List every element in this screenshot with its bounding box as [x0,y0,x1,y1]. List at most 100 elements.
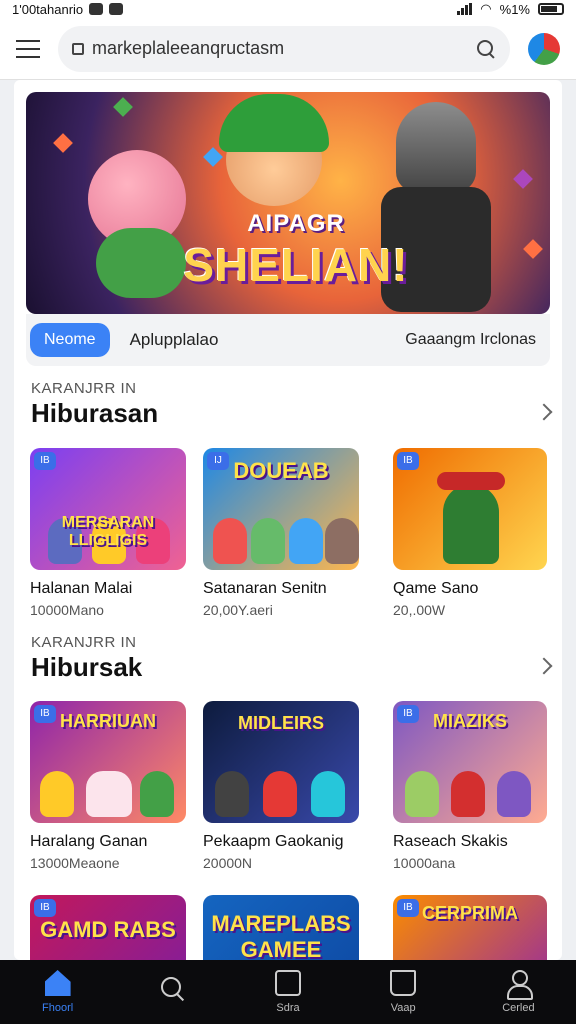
app-title[interactable]: Raseach Skakis [393,833,547,851]
gem-decoration [113,97,133,117]
hamburger-menu-icon[interactable] [16,39,40,58]
section-title: Hibursak [31,652,143,682]
character-illustration [443,484,499,564]
app-downloads: 20000N [203,855,253,871]
notification-icon [89,3,104,15]
app-thumbnail[interactable]: MAREPLABS GAMEE [203,895,359,960]
app-card[interactable]: IB CERPRIMA [393,895,547,960]
character-illustration [263,771,297,817]
thumbnail-art-text: DOUEAB [233,458,329,483]
section-label: KARANJRR IN [31,634,137,651]
hero-tab-bar: Neome Aplupplalao Gaaangm Irclonas [26,314,550,366]
app-card[interactable]: MIDLEIRS Pekaapm Gaokanig 20000N [203,701,359,871]
character-illustration [497,771,531,817]
app-thumbnail[interactable]: IB MIAZIKS [393,701,547,823]
app-title[interactable]: Qame Sano [393,580,547,598]
home-icon [44,970,71,996]
nav-search[interactable] [115,960,230,1024]
chevron-right-icon[interactable] [535,403,553,421]
thumbnail-art-text: MAREPLABS GAMEE [211,911,351,960]
app-card[interactable]: IB GAMD RABS [30,895,186,960]
profile-avatar[interactable] [528,32,560,65]
app-thumbnail[interactable]: IB MERSARAN LLIGLIGIS [30,448,186,570]
app-card[interactable]: IB MIAZIKS Raseach Skakis 10000ana [393,701,547,871]
hero-title-block: AIPAGR SHELIAN! [166,210,426,292]
character-illustration [405,771,439,817]
nav-library[interactable]: Vaap [346,960,461,1024]
app-card[interactable]: IB MERSARAN LLIGLIGIS Halanan Malai 1000… [30,448,186,618]
character-illustration [40,771,74,817]
gem-decoration [203,147,223,167]
app-title[interactable]: Haralang Ganan [30,833,186,851]
app-card[interactable]: IJ DOUEAB Satanaran Senitn 20,00Y.aeri [203,448,359,618]
bottom-navigation: Fhoorl Sdra Vaap Cerled [0,960,576,1024]
thumbnail-art-text: MERSARAN LLIGLIGIS [61,514,155,549]
nav-label: Sdra [276,1002,300,1014]
gem-decoration [53,133,73,153]
badge-icon: IB [34,452,56,470]
wifi-icon: ◠ [480,1,492,16]
thumbnail-art-text: CERPRIMA [421,903,518,923]
thumbnail-art-text: GAMD RABS [40,917,176,942]
badge-icon: IB [34,899,56,917]
gem-decoration [523,239,543,259]
thumbnail-art-text: MIAZIKS [433,711,507,731]
app-notification-icon [109,3,124,15]
character-illustration [311,771,345,817]
nav-label: Vaap [390,1002,416,1014]
app-title[interactable]: Halanan Malai [30,580,186,598]
nav-label: Cerled [502,1002,535,1014]
app-title[interactable]: Pekaapm Gaokanig [203,833,359,851]
user-icon [505,970,534,1000]
hero-banner[interactable]: AIPAGR SHELIAN! [26,92,550,314]
browser-toolbar: markeplaleeanqructasm [0,18,576,80]
character-illustration [325,518,359,564]
status-left: 1'00tahanrio [12,1,124,17]
main-content: AIPAGR SHELIAN! Neome Aplupplalao Gaaang… [14,80,562,960]
app-thumbnail[interactable]: IB CERPRIMA [393,895,547,960]
section-title: Hiburasan [31,398,159,428]
app-thumbnail[interactable]: IJ DOUEAB [203,448,359,570]
character-illustration [451,771,485,817]
character-illustration [213,518,247,564]
app-thumbnail[interactable]: MIDLEIRS [203,701,359,823]
tab-apps[interactable]: Aplupplalao [130,330,219,350]
chevron-right-icon[interactable] [535,657,553,675]
url-text[interactable]: markeplaleeanqructasm [92,38,468,59]
nav-home[interactable]: Fhoorl [0,960,115,1024]
nav-store[interactable]: Sdra [230,960,345,1024]
battery-icon [538,3,564,15]
book-icon [390,970,417,996]
hat-illustration [437,472,505,490]
app-downloads: 20,.00W [393,602,446,618]
character-illustration [251,518,285,564]
store-icon [275,970,301,996]
app-thumbnail[interactable]: IB [393,448,547,570]
nav-account[interactable]: Cerled [461,960,576,1024]
lock-icon [72,42,84,55]
app-title[interactable]: Satanaran Senitn [203,580,359,598]
status-time: 1'00tahanrio [12,1,84,17]
tab-home[interactable]: Neome [30,323,110,357]
app-card[interactable]: MAREPLABS GAMEE [203,895,359,960]
thumbnail-art-text: HARRIUAN [60,711,156,731]
character-illustration [86,771,132,817]
app-thumbnail[interactable]: IB GAMD RABS [30,895,186,960]
app-card[interactable]: IB HARRIUAN Haralang Ganan 13000Meaone [30,701,186,871]
search-icon[interactable] [476,39,496,59]
thumbnail-art-text: MIDLEIRS [237,713,324,733]
address-bar[interactable]: markeplaleeanqructasm [58,25,510,72]
app-downloads: 20,00Y.aeri [203,602,273,618]
app-thumbnail[interactable]: IB HARRIUAN [30,701,186,823]
search-icon [160,976,186,1002]
signal-icon [457,3,473,15]
app-card[interactable]: IB Qame Sano 20,.00W [393,448,547,618]
app-downloads: 10000Mano [30,602,104,618]
character-illustration [289,518,323,564]
gem-decoration [513,169,533,189]
status-bar: 1'00tahanrio ◠ %1% [0,0,576,18]
badge-icon: IB [397,452,419,470]
battery-percent: %1% [499,1,530,17]
tab-games[interactable]: Gaaangm Irclonas [405,331,536,349]
character-illustration [215,771,249,817]
